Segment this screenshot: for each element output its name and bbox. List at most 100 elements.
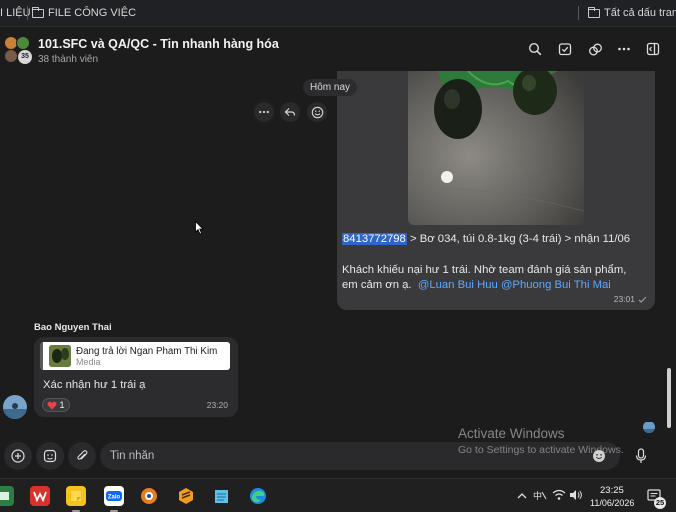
message-list[interactable]: 8413772798 > Bơ 034, túi 0.8-1kg (3-4 tr… xyxy=(0,71,676,439)
taskbar-app-zalo[interactable]: Zalo xyxy=(104,486,124,506)
taskbar-app-sticky-notes[interactable] xyxy=(66,486,86,506)
clock-date[interactable]: 11/06/2026 xyxy=(590,498,634,508)
link-icon xyxy=(588,43,602,55)
sent-message-body: Khách khiếu nại hư 1 trái. Nhờ team đánh… xyxy=(342,263,642,293)
seen-avatar xyxy=(643,421,655,433)
paperclip-icon xyxy=(77,450,88,460)
input-method-icon[interactable]: 中 xyxy=(533,489,547,502)
folder-icon xyxy=(32,6,44,18)
heart-icon xyxy=(47,401,58,409)
sticky-note-icon xyxy=(71,491,81,501)
message-more-button[interactable] xyxy=(254,102,274,122)
mouse-cursor-icon xyxy=(195,221,204,235)
member-avatar xyxy=(4,49,18,63)
volume-icon[interactable] xyxy=(569,489,583,501)
wps-icon xyxy=(33,491,47,502)
zalo-icon: Zalo xyxy=(106,491,122,501)
edge-icon xyxy=(250,488,266,504)
bookmarks-bar: I LIỆU FILE CÔNG VIỆC Tất cả dấu trang xyxy=(0,0,676,27)
smiley-icon xyxy=(311,106,323,118)
mention-luan[interactable]: @Luan Bui Huu xyxy=(418,279,498,291)
bookmark-label: FILE CÔNG VIỆC xyxy=(48,7,137,19)
group-title[interactable]: 101.SFC và QA/QC - Tin nhanh hàng hóa xyxy=(38,37,279,51)
toggle-sidebar-button[interactable] xyxy=(643,39,663,59)
all-bookmarks-label: Tất cả dấu trang xyxy=(604,7,676,19)
reply-button[interactable] xyxy=(280,102,300,122)
sent-timestamp: 23:01 xyxy=(614,294,647,304)
reaction-count: 1 xyxy=(59,400,65,410)
avatar-photo-icon xyxy=(643,422,655,433)
reaction-badge[interactable]: 1 xyxy=(42,398,70,412)
folder-icon xyxy=(588,6,600,18)
received-message-bubble[interactable]: Đang trả lời Ngan Pham Thi Kim Media Xác… xyxy=(34,337,238,417)
voice-button[interactable] xyxy=(628,442,654,470)
sticker-button[interactable] xyxy=(36,442,64,470)
ultraviewer-icon xyxy=(141,488,157,504)
notepad-icon xyxy=(215,490,228,503)
reply-photo-icon xyxy=(49,345,71,367)
activation-watermark-title: Activate Windows xyxy=(458,426,565,441)
sender-avatar[interactable] xyxy=(3,395,27,419)
taskbar-app-edge[interactable] xyxy=(248,486,268,506)
order-detail: > Bơ 034, túi 0.8-1kg (3-4 trái) > nhận … xyxy=(406,233,631,245)
bookmark-label: I LIỆU xyxy=(0,7,31,19)
svg-text:Zalo: Zalo xyxy=(108,495,121,501)
taskbar-app-sublime[interactable] xyxy=(176,486,196,506)
avatar-photo-icon xyxy=(3,395,27,419)
checkbox-icon xyxy=(558,43,572,56)
all-bookmarks-button[interactable]: Tất cả dấu trang xyxy=(588,6,676,19)
plus-icon xyxy=(11,449,25,463)
received-message-text: Xác nhận hư 1 trái ạ xyxy=(43,379,146,391)
bookmark-divider xyxy=(27,6,28,20)
order-id-highlight[interactable]: 8413772798 xyxy=(342,233,407,245)
date-separator: Hôm nay xyxy=(303,79,358,96)
reply-thumbnail xyxy=(49,345,71,367)
sent-message-line1: 8413772798 > Bơ 034, túi 0.8-1kg (3-4 tr… xyxy=(342,233,630,245)
attach-button[interactable] xyxy=(68,442,96,470)
sent-check-icon xyxy=(638,296,647,303)
bookmark-file-cong-viec[interactable]: FILE CÔNG VIỆC xyxy=(32,6,137,19)
mention-phuong[interactable]: @Phuong Bui Thi Mai xyxy=(501,279,611,291)
wifi-icon[interactable] xyxy=(552,489,566,501)
bookmark-tai-lieu[interactable]: I LIỆU xyxy=(0,7,31,19)
taskbar-app-ultraviewer[interactable] xyxy=(139,486,159,506)
member-avatar xyxy=(16,36,30,50)
reply-to-text: Đang trả lời Ngan Pham Thi Kim xyxy=(76,346,218,357)
microphone-icon xyxy=(635,448,647,463)
react-button[interactable] xyxy=(307,102,327,122)
scrollbar-thumb[interactable] xyxy=(667,368,671,428)
sticker-icon xyxy=(43,449,57,463)
clock-time[interactable]: 23:25 xyxy=(600,485,624,496)
reply-icon xyxy=(284,108,296,116)
sender-name[interactable]: Bao Nguyen Thai xyxy=(34,322,112,333)
link-button[interactable] xyxy=(585,39,605,59)
todo-button[interactable] xyxy=(555,39,575,59)
more-icon xyxy=(618,47,630,51)
member-count[interactable]: 38 thành viên xyxy=(38,54,98,65)
reply-quote[interactable]: Đang trả lời Ngan Pham Thi Kim Media xyxy=(40,342,230,370)
chat-header: 35 101.SFC và QA/QC - Tin nhanh hàng hóa… xyxy=(0,27,676,71)
received-timestamp: 23:20 xyxy=(206,400,228,410)
group-avatar[interactable]: 35 xyxy=(4,36,32,64)
app-icon xyxy=(0,492,9,500)
search-icon xyxy=(528,42,542,56)
windows-taskbar: Zalo 中 23:25 11/06/2026 25 xyxy=(0,478,676,512)
activation-watermark-subtitle: Go to Settings to activate Windows. xyxy=(458,444,624,456)
message-photo[interactable] xyxy=(408,71,584,225)
reply-type: Media xyxy=(76,357,101,367)
avatar-count-badge: 35 xyxy=(18,50,32,64)
more-button[interactable] xyxy=(614,39,634,59)
bookmark-divider xyxy=(578,6,579,20)
svg-text:中: 中 xyxy=(533,490,542,501)
sublime-icon xyxy=(179,488,193,504)
taskbar-app-wps[interactable] xyxy=(30,486,50,506)
taskbar-app-weread[interactable] xyxy=(0,486,14,506)
sidebar-toggle-icon xyxy=(646,42,660,56)
zalo-chat-window: I LIỆU FILE CÔNG VIỆC Tất cả dấu trang 3… xyxy=(0,0,676,512)
add-button[interactable] xyxy=(4,442,32,470)
sent-message-bubble[interactable]: 8413772798 > Bơ 034, túi 0.8-1kg (3-4 tr… xyxy=(337,71,655,310)
notification-badge: 25 xyxy=(654,497,666,509)
search-button[interactable] xyxy=(525,39,545,59)
chevron-up-icon[interactable] xyxy=(517,492,527,499)
taskbar-app-notepad[interactable] xyxy=(212,486,232,506)
